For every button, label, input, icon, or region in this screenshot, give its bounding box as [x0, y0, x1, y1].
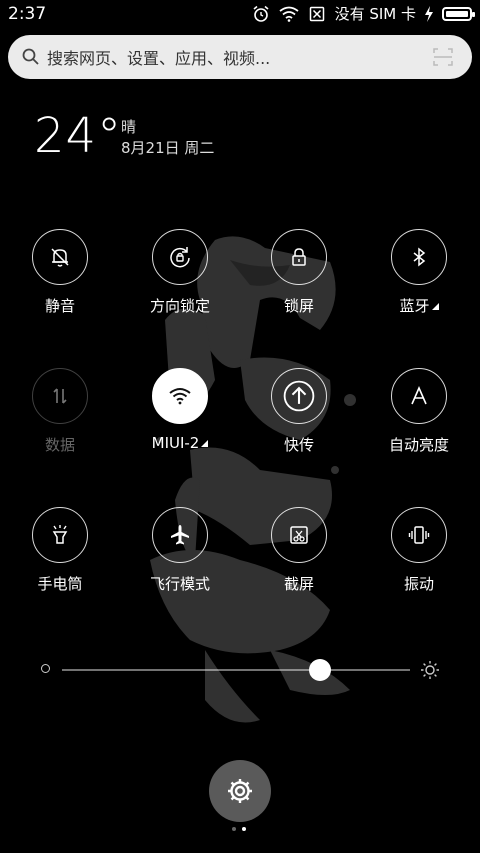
toggle-auto-brightness-button[interactable]	[391, 368, 447, 424]
alarm-icon	[251, 4, 271, 24]
toggle-label: 飞行模式	[149, 575, 210, 593]
status-bar: 2:37 没有 SIM 卡	[0, 0, 480, 28]
toggle-flashlight[interactable]: 手电筒	[5, 507, 115, 594]
status-time: 2:37	[8, 4, 47, 24]
toggle-label: MIUI-2	[151, 434, 200, 452]
toggle-bluetooth[interactable]: 蓝牙	[364, 229, 474, 316]
brightness-track[interactable]	[62, 669, 410, 671]
toggle-mobile-data-button[interactable]	[32, 368, 88, 424]
search-bar[interactable]: 搜索网页、设置、应用、视频...	[8, 35, 472, 79]
rotation-lock-icon	[170, 247, 190, 268]
vibrate-icon	[408, 526, 430, 544]
toggle-silent-button[interactable]	[32, 229, 88, 285]
toggle-vibrate[interactable]: 振动	[364, 507, 474, 594]
toggle-quick-share-button[interactable]	[271, 368, 327, 424]
scan-icon[interactable]	[430, 44, 456, 70]
toggle-screenshot-button[interactable]	[271, 507, 327, 563]
lock-icon	[292, 248, 306, 266]
toggle-label: 蓝牙	[399, 297, 430, 315]
toggle-airplane-mode-button[interactable]	[152, 507, 208, 563]
brightness-slider[interactable]	[0, 650, 480, 690]
toggle-label-row: MIUI-2	[125, 434, 235, 452]
screenshot-icon	[290, 526, 308, 544]
battery-icon	[442, 6, 475, 21]
search-placeholder[interactable]: 搜索网页、设置、应用、视频...	[47, 45, 430, 69]
expand-triangle-icon	[431, 303, 439, 310]
brightness-knob[interactable]	[308, 659, 331, 681]
page-indicator	[232, 827, 246, 831]
battery-fill	[446, 10, 468, 17]
wifi-icon	[169, 388, 191, 405]
toggle-label: 振动	[403, 575, 434, 593]
toggle-label-row: 蓝牙	[364, 295, 474, 316]
bell-off-icon	[51, 248, 69, 267]
no-sim-icon	[307, 4, 327, 24]
toggle-mobile-data[interactable]: 数据	[5, 368, 115, 455]
toggle-rotation-lock-button[interactable]	[152, 229, 208, 285]
expand-triangle-icon	[201, 440, 209, 447]
toggle-label: 快传	[283, 436, 314, 454]
toggle-screenshot[interactable]: 截屏	[244, 507, 354, 594]
toggle-auto-brightness[interactable]: 自动亮度	[364, 368, 474, 455]
airplane-icon	[171, 525, 189, 545]
weather-temperature[interactable]: 24°	[34, 108, 122, 164]
settings-button[interactable]	[209, 760, 271, 822]
bluetooth-icon	[413, 247, 426, 267]
toggle-quick-share[interactable]: 快传	[244, 368, 354, 455]
toggle-label: 锁屏	[283, 297, 314, 315]
toggle-label: 自动亮度	[388, 436, 449, 454]
weather-date: 8月21日 周二	[121, 139, 215, 157]
weather-condition: 晴	[121, 118, 137, 136]
toggle-lock-screen[interactable]: 锁屏	[244, 229, 354, 316]
charging-icon	[424, 4, 434, 24]
auto-brightness-icon	[411, 386, 427, 405]
toggle-label: 截屏	[283, 575, 314, 593]
toggle-flashlight-button[interactable]	[32, 507, 88, 563]
data-arrows-icon	[53, 388, 67, 404]
page-dot	[232, 827, 236, 831]
upload-circle-icon	[283, 380, 315, 412]
toggle-silent[interactable]: 静音	[5, 229, 115, 316]
toggle-label: 方向锁定	[149, 297, 210, 315]
brightness-low-icon	[41, 664, 50, 673]
gear-icon	[228, 779, 252, 803]
toggle-label: 静音	[44, 297, 75, 315]
brightness-high-icon	[421, 661, 439, 679]
toggle-wifi[interactable]: MIUI-2	[125, 368, 235, 452]
toggle-label: 手电筒	[37, 575, 83, 593]
wifi-icon	[279, 4, 299, 24]
toggle-rotation-lock[interactable]: 方向锁定	[125, 229, 235, 316]
toggle-wifi-button[interactable]	[152, 368, 208, 424]
toggle-airplane-mode[interactable]: 飞行模式	[125, 507, 235, 594]
search-icon	[22, 48, 39, 65]
toggle-lock-screen-button[interactable]	[271, 229, 327, 285]
toggle-vibrate-button[interactable]	[391, 507, 447, 563]
toggle-bluetooth-button[interactable]	[391, 229, 447, 285]
toggle-label: 数据	[44, 436, 75, 454]
flashlight-icon	[52, 525, 68, 544]
sim-status-text: 没有 SIM 卡	[334, 5, 416, 23]
page-dot-active	[242, 827, 246, 831]
